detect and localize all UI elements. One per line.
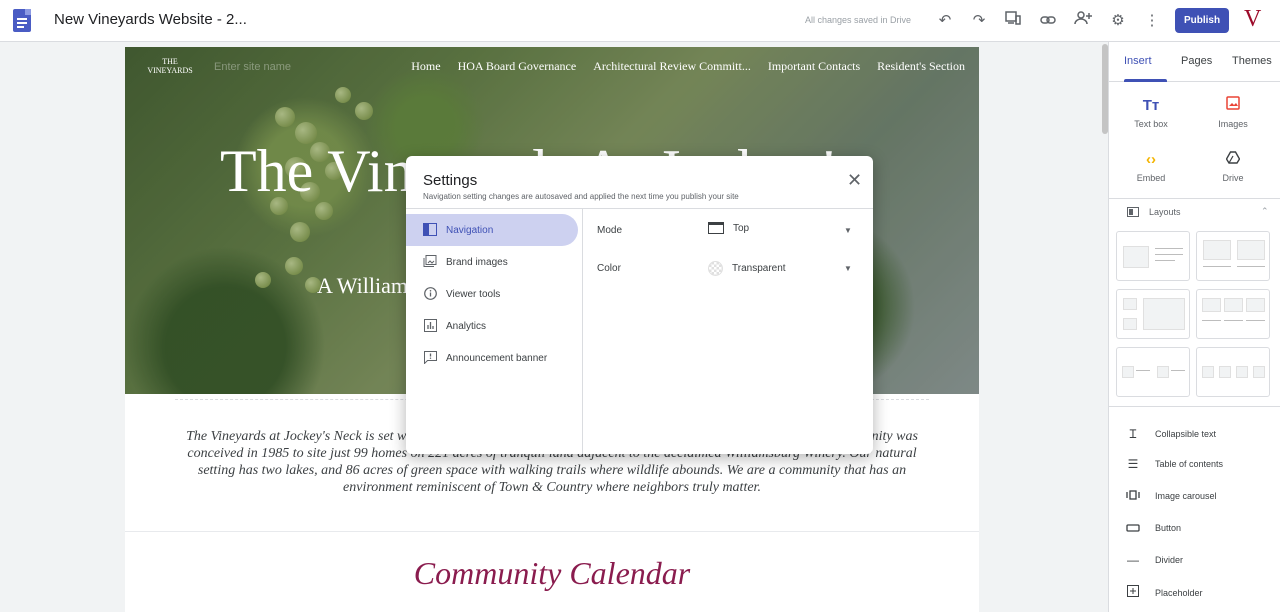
color-label: Color	[597, 263, 621, 274]
site-logo[interactable]: THE VINEYARDS	[147, 57, 193, 79]
divider-icon: —	[1127, 553, 1139, 567]
document-title[interactable]: New Vineyards Website - 2...	[54, 11, 247, 28]
tab-themes[interactable]: Themes	[1232, 55, 1272, 67]
settings-nav-navigation[interactable]: Navigation	[406, 214, 578, 246]
mode-select[interactable]: Top	[708, 222, 749, 234]
preview-icon[interactable]	[1003, 11, 1023, 31]
announcement-icon	[423, 351, 437, 365]
settings-dialog: Settings Navigation setting changes are …	[406, 156, 873, 454]
placeholder-icon	[1125, 585, 1141, 600]
layout-option-3[interactable]	[1116, 289, 1190, 339]
button-icon	[1125, 521, 1141, 535]
layouts-header[interactable]: Layouts	[1127, 207, 1181, 217]
table-of-contents-icon: ☰	[1127, 457, 1139, 471]
settings-icon[interactable]: ⚙	[1108, 11, 1128, 31]
collapsible-text-icon: Ɪ	[1129, 427, 1137, 441]
google-sites-logo-icon[interactable]	[13, 9, 31, 32]
redo-icon[interactable]: ↷	[969, 11, 989, 31]
brand-images-icon	[423, 255, 437, 269]
image-carousel-icon	[1125, 489, 1141, 503]
navigation-icon	[423, 223, 437, 237]
layout-option-1[interactable]	[1116, 231, 1190, 281]
site-navigation: Home HOA Board Governance Architectural …	[411, 59, 965, 74]
undo-icon[interactable]: ↶	[935, 11, 955, 31]
transparent-swatch-icon	[708, 261, 723, 276]
collapse-chevron-icon[interactable]: ⌃	[1261, 206, 1269, 217]
tab-insert[interactable]: Insert	[1124, 55, 1152, 67]
insert-panel: Insert Pages Themes Tт Text box Images ‹…	[1108, 42, 1280, 612]
nav-link-residents-section[interactable]: Resident's Section	[877, 59, 965, 74]
drive-icon	[1198, 150, 1268, 170]
color-dropdown-arrow-icon[interactable]: ▼	[844, 264, 852, 273]
layout-option-4[interactable]	[1196, 289, 1270, 339]
color-select[interactable]: Transparent	[708, 261, 786, 276]
mode-dropdown-arrow-icon[interactable]: ▼	[844, 226, 852, 235]
collapsible-text-item[interactable]: Ɪ Collapsible text	[1125, 425, 1216, 442]
text-box-button[interactable]: Tт Text box	[1116, 96, 1186, 129]
close-icon[interactable]: ✕	[847, 170, 862, 191]
share-icon[interactable]	[1073, 11, 1093, 31]
nav-link-architectural-review[interactable]: Architectural Review Committ...	[593, 59, 751, 74]
table-of-contents-item[interactable]: ☰ Table of contents	[1125, 457, 1223, 471]
save-status: All changes saved in Drive	[805, 15, 912, 25]
embed-button[interactable]: ‹› Embed	[1116, 150, 1186, 183]
layouts-icon	[1127, 207, 1139, 217]
tab-pages[interactable]: Pages	[1181, 55, 1212, 67]
images-button[interactable]: Images	[1198, 96, 1268, 129]
info-icon	[423, 287, 437, 301]
layouts-label: Layouts	[1149, 207, 1181, 217]
divider-item[interactable]: — Divider	[1125, 553, 1183, 567]
layout-option-5[interactable]	[1116, 347, 1190, 397]
mode-label: Mode	[597, 225, 623, 236]
dialog-title: Settings	[423, 172, 478, 189]
settings-nav-viewer-tools[interactable]: Viewer tools	[406, 278, 578, 310]
dialog-subtitle: Navigation setting changes are autosaved…	[423, 192, 739, 201]
panel-tabs: Insert Pages Themes	[1109, 42, 1280, 82]
community-calendar-title[interactable]: Community Calendar	[125, 555, 979, 592]
site-name-input[interactable]: Enter site name	[214, 61, 291, 73]
settings-nav-analytics[interactable]: Analytics	[406, 310, 578, 342]
settings-nav-announcement-banner[interactable]: Announcement banner	[406, 342, 578, 374]
active-tab-indicator	[1124, 79, 1167, 82]
account-logo[interactable]: V	[1244, 6, 1261, 33]
top-bar: New Vineyards Website - 2... All changes…	[0, 0, 1280, 42]
text-box-icon: Tт	[1142, 97, 1160, 114]
image-icon	[1198, 96, 1268, 116]
nav-link-important-contacts[interactable]: Important Contacts	[768, 59, 860, 74]
publish-button[interactable]: Publish	[1175, 8, 1229, 33]
placeholder-item[interactable]: Placeholder	[1125, 585, 1203, 600]
analytics-icon	[423, 319, 437, 333]
nav-link-home[interactable]: Home	[411, 59, 440, 74]
layout-option-6[interactable]	[1196, 347, 1270, 397]
embed-icon: ‹›	[1146, 151, 1156, 168]
link-icon[interactable]	[1038, 11, 1058, 31]
image-carousel-item[interactable]: Image carousel	[1125, 489, 1217, 503]
drive-button[interactable]: Drive	[1198, 150, 1268, 183]
top-nav-icon	[708, 222, 724, 234]
layout-option-2[interactable]	[1196, 231, 1270, 281]
more-icon[interactable]: ⋮	[1142, 11, 1162, 31]
button-item[interactable]: Button	[1125, 521, 1181, 535]
nav-link-hoa-board[interactable]: HOA Board Governance	[458, 59, 577, 74]
settings-nav-brand-images[interactable]: Brand images	[406, 246, 578, 278]
section-divider	[125, 531, 979, 532]
